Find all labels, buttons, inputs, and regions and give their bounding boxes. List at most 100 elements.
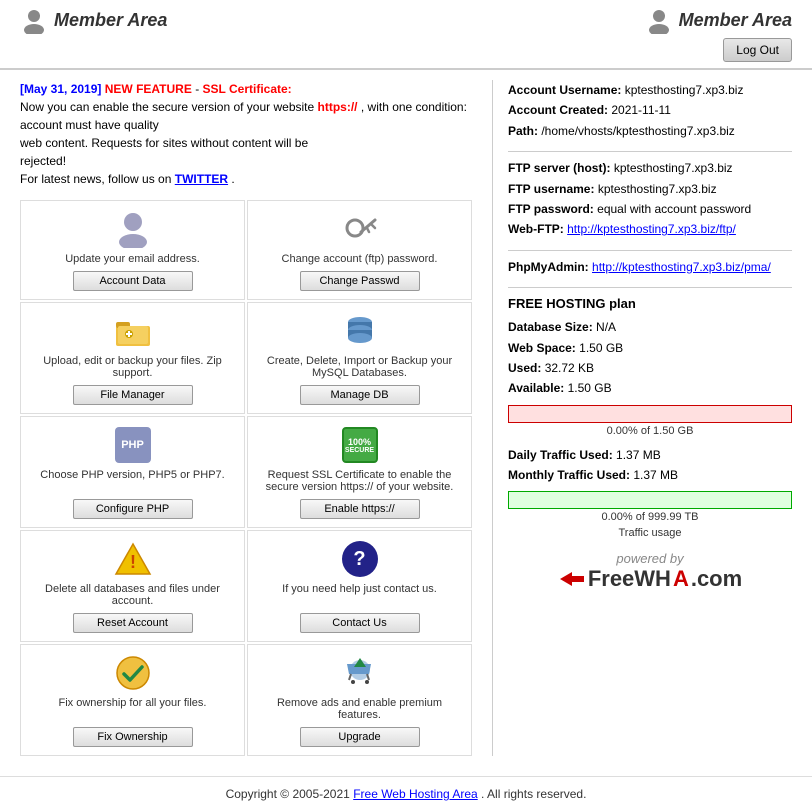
header-right: Member Area Log Out <box>625 0 812 68</box>
web-ftp-link[interactable]: http://kptesthosting7.xp3.biz/ftp/ <box>567 222 736 236</box>
reset-account-cell: ! Delete all databases and files under a… <box>20 530 245 642</box>
hosting-stats: Database Size: N/A Web Space: 1.50 GB Us… <box>508 317 792 399</box>
ann-date: [May 31, 2019] <box>20 82 101 96</box>
created-value: 2021-11-11 <box>611 103 671 117</box>
account-info: Account Username: kptesthosting7.xp3.biz… <box>508 80 792 141</box>
used-value: 32.72 KB <box>545 361 594 375</box>
ssl-icon: 100% SECURE <box>340 425 380 465</box>
ftp-username-value: kptesthosting7.xp3.biz <box>598 182 717 196</box>
change-passwd-button[interactable]: Change Passwd <box>300 271 420 291</box>
ftp-info: FTP server (host): kptesthosting7.xp3.bi… <box>508 158 792 240</box>
brand-free: FreeWH <box>588 566 671 592</box>
db-value: N/A <box>596 320 616 334</box>
member-icon-right <box>645 6 673 34</box>
account-data-button[interactable]: Account Data <box>73 271 193 291</box>
ftp-server-label: FTP server (host): <box>508 161 610 175</box>
configure-php-desc: Choose PHP version, PHP5 or PHP7. <box>40 469 224 493</box>
path-value: /home/vhosts/kptesthosting7.xp3.biz <box>541 124 734 138</box>
change-passwd-cell: Change account (ftp) password. Change Pa… <box>247 200 472 300</box>
header-right-top: Member Area <box>645 6 792 34</box>
ftp-password-label: FTP password: <box>508 202 594 216</box>
footer-copyright: Copyright © 2005-2021 <box>226 787 350 801</box>
powered-by-section: powered by FreeWH A .com <box>508 551 792 592</box>
brand-com: .com <box>691 566 742 592</box>
file-manager-button[interactable]: File Manager <box>73 385 193 405</box>
left-panel: [May 31, 2019] NEW FEATURE - SSL Certifi… <box>20 80 472 756</box>
webspace-label: Web Space: <box>508 341 576 355</box>
account-data-cell: Update your email address. Account Data <box>20 200 245 300</box>
daily-traffic-label: Daily Traffic Used: <box>508 448 613 462</box>
free-hosting-section: FREE HOSTING plan Database Size: N/A Web… <box>508 296 792 539</box>
footer-rights: . All rights reserved. <box>481 787 586 801</box>
cart-icon <box>340 653 380 693</box>
web-ftp-label: Web-FTP: <box>508 222 564 236</box>
ann-line4: rejected! <box>20 154 66 168</box>
powered-text: powered by <box>508 551 792 566</box>
header-title-right: Member Area <box>679 10 792 31</box>
separator-3 <box>508 287 792 288</box>
username-label: Account Username: <box>508 83 621 97</box>
manage-db-cell: Create, Delete, Import or Backup your My… <box>247 302 472 414</box>
php-icon: PHP <box>113 425 153 465</box>
ftp-server-value: kptesthosting7.xp3.biz <box>614 161 733 175</box>
hosting-plan-title: FREE HOSTING plan <box>508 296 792 311</box>
ann-https: https:// <box>318 100 358 114</box>
folder-icon <box>113 311 153 351</box>
db-icon <box>340 311 380 351</box>
footer-link[interactable]: Free Web Hosting Area <box>353 787 478 801</box>
right-panel: Account Username: kptesthosting7.xp3.biz… <box>492 80 792 756</box>
separator-2 <box>508 250 792 251</box>
brand-a: A <box>673 566 689 592</box>
contact-us-desc: If you need help just contact us. <box>282 583 437 607</box>
contact-us-button[interactable]: Contact Us <box>300 613 420 633</box>
fix-ownership-button[interactable]: Fix Ownership <box>73 727 193 747</box>
storage-progress-label: 0.00% of 1.50 GB <box>508 425 792 437</box>
phpmyadmin-info: PhpMyAdmin: http://kptesthosting7.xp3.bi… <box>508 257 792 277</box>
enable-https-cell: 100% SECURE Request SSL Certificate to e… <box>247 416 472 528</box>
user-icon <box>113 209 153 249</box>
announcement: [May 31, 2019] NEW FEATURE - SSL Certifi… <box>20 80 472 188</box>
file-manager-desc: Upload, edit or backup your files. Zip s… <box>29 355 236 379</box>
manage-db-desc: Create, Delete, Import or Backup your My… <box>256 355 463 379</box>
key-icon <box>340 209 380 249</box>
question-icon: ? <box>340 539 380 579</box>
freewha-arrow-icon <box>558 570 586 588</box>
daily-traffic-value: 1.37 MB <box>616 448 661 462</box>
traffic-stats: Daily Traffic Used: 1.37 MB Monthly Traf… <box>508 445 792 486</box>
available-value: 1.50 GB <box>568 381 612 395</box>
main-container: [May 31, 2019] NEW FEATURE - SSL Certifi… <box>0 70 812 766</box>
path-label: Path: <box>508 124 538 138</box>
upgrade-desc: Remove ads and enable premium features. <box>256 697 463 721</box>
ann-period: . <box>231 172 234 186</box>
traffic-progress-label: 0.00% of 999.99 TB <box>508 511 792 523</box>
header: Member Area Member Area Log Out <box>0 0 812 70</box>
storage-progress-bar <box>508 405 792 423</box>
change-passwd-desc: Change account (ftp) password. <box>282 253 438 265</box>
created-label: Account Created: <box>508 103 608 117</box>
twitter-link[interactable]: TWITTER <box>175 172 228 186</box>
ftp-username-label: FTP username: <box>508 182 594 196</box>
manage-db-button[interactable]: Manage DB <box>300 385 420 405</box>
enable-https-desc: Request SSL Certificate to enable the se… <box>256 469 463 493</box>
phpmyadmin-label: PhpMyAdmin: <box>508 260 589 274</box>
upgrade-button[interactable]: Upgrade <box>300 727 420 747</box>
monthly-traffic-value: 1.37 MB <box>633 468 678 482</box>
member-icon-left <box>20 6 48 34</box>
webspace-value: 1.50 GB <box>579 341 623 355</box>
logout-button[interactable]: Log Out <box>723 38 792 62</box>
svg-text:!: ! <box>130 552 136 572</box>
phpmyadmin-link[interactable]: http://kptesthosting7.xp3.biz/pma/ <box>592 260 771 274</box>
ann-new: NEW FEATURE <box>105 82 192 96</box>
ann-news-line: For latest news, follow us on <box>20 172 171 186</box>
header-title-left: Member Area <box>54 10 167 31</box>
reset-account-button[interactable]: Reset Account <box>73 613 193 633</box>
used-label: Used: <box>508 361 541 375</box>
username-value: kptesthosting7.xp3.biz <box>625 83 744 97</box>
fix-ownership-cell: Fix ownership for all your files. Fix Ow… <box>20 644 245 756</box>
available-label: Available: <box>508 381 564 395</box>
enable-https-button[interactable]: Enable https:// <box>300 499 420 519</box>
brand-logo: FreeWH A .com <box>508 566 792 592</box>
check-icon <box>113 653 153 693</box>
configure-php-cell: PHP Choose PHP version, PHP5 or PHP7. Co… <box>20 416 245 528</box>
configure-php-button[interactable]: Configure PHP <box>73 499 193 519</box>
